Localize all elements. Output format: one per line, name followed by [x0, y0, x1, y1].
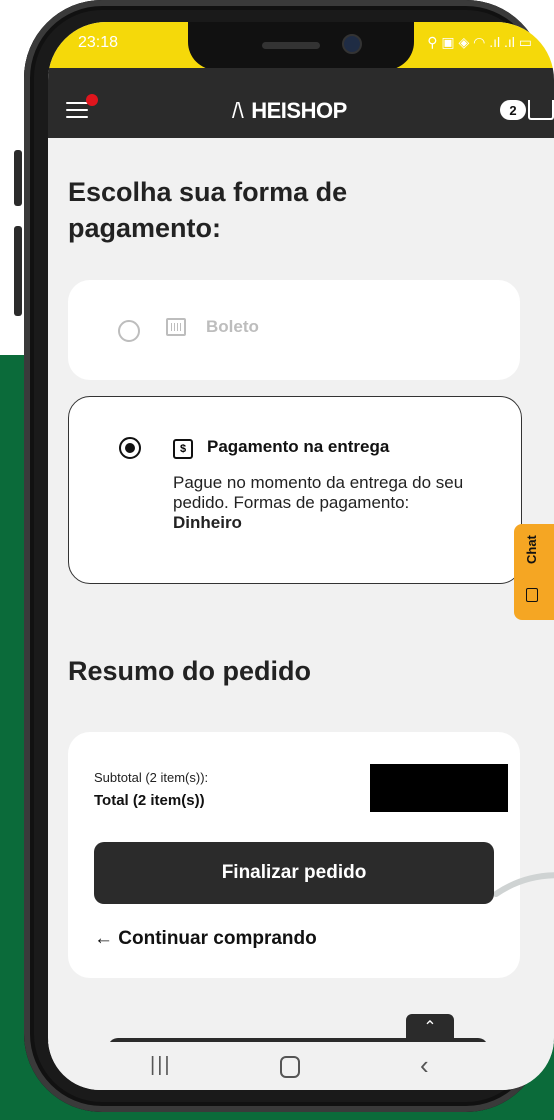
status-time: 23:18 — [78, 34, 119, 51]
order-summary-card: Subtotal (2 item(s)): Total (2 item(s)) … — [68, 732, 520, 978]
chat-tab[interactable]: Chat — [514, 524, 554, 620]
android-navigation-bar: ||| ‹ — [48, 1042, 554, 1090]
notification-dot — [86, 94, 98, 106]
logo-text: HEISHOP — [251, 98, 347, 123]
payment-option-entrega[interactable]: $ Pagamento na entrega Pague no momento … — [68, 396, 522, 584]
speaker-grille — [262, 42, 320, 49]
recent-apps-button[interactable]: ||| — [150, 1054, 172, 1077]
summary-title: Resumo do pedido — [68, 656, 311, 686]
volume-button — [14, 150, 22, 206]
money-icon: $ — [173, 439, 193, 459]
entrega-description-bold: Dinheiro — [173, 513, 242, 532]
barcode-icon — [166, 318, 186, 336]
total-label: Total (2 item(s)) — [94, 792, 205, 809]
power-button — [14, 226, 22, 316]
status-icons: ⚲ ▣ ◈ ◠ .ıl .ıl ▭ — [427, 34, 532, 50]
payment-option-boleto[interactable]: Boleto — [68, 280, 520, 380]
entrega-description-text: Pague no momento da entrega do seu pedid… — [173, 473, 464, 512]
cart-button[interactable]: 2 — [500, 100, 554, 120]
radio-entrega[interactable] — [119, 437, 141, 459]
continue-shopping-link[interactable]: ← Continuar comprando — [94, 928, 317, 950]
phone-screen: 23:18 ⚲ ▣ ◈ ◠ .ıl .ıl ▭ /\ HEISHOP 2 Esco… — [48, 22, 554, 1090]
scroll-to-top-button[interactable]: ⌃ — [406, 1014, 454, 1044]
finalize-order-button[interactable]: Finalizar pedido — [94, 842, 494, 904]
entrega-description: Pague no momento da entrega do seu pedid… — [173, 473, 493, 533]
home-button[interactable] — [280, 1056, 300, 1078]
chat-label: Chat — [524, 535, 539, 564]
hamburger-menu-icon[interactable] — [66, 102, 88, 120]
subtotal-label: Subtotal (2 item(s)): — [94, 770, 209, 785]
radio-boleto[interactable] — [118, 320, 140, 342]
chat-icon — [526, 588, 538, 602]
camera-icon — [342, 34, 362, 54]
back-button[interactable]: ‹ — [420, 1050, 429, 1081]
boleto-label: Boleto — [206, 317, 259, 336]
cart-count-badge: 2 — [500, 100, 526, 120]
top-navigation-bar: /\ HEISHOP 2 — [48, 68, 554, 138]
logo-mark: /\ — [232, 98, 244, 123]
redacted-price — [370, 764, 508, 812]
cart-icon — [528, 100, 554, 120]
decorative-curve — [494, 872, 554, 897]
payment-title: Escolha sua forma de pagamento: — [68, 177, 348, 243]
entrega-label: Pagamento na entrega — [207, 437, 390, 456]
heishop-logo[interactable]: /\ HEISHOP — [232, 98, 347, 124]
